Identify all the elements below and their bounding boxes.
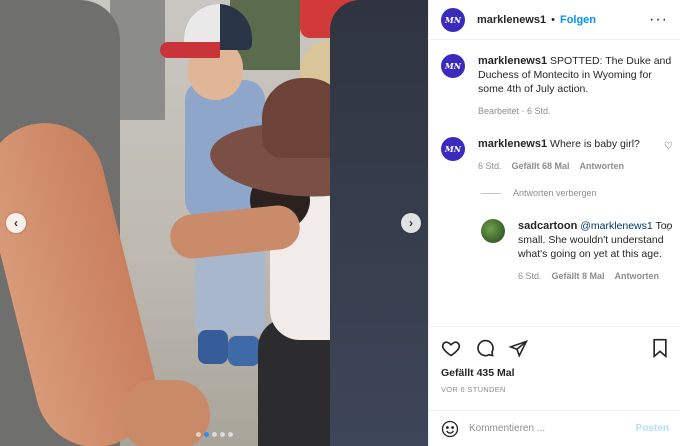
post-username[interactable]: marklenews1 (477, 14, 546, 26)
comments-panel: MN marklenews1 • Folgen ··· MN marklenew… (428, 0, 680, 446)
comment-time: 6 Std. (478, 161, 502, 171)
avatar[interactable]: MN (441, 137, 465, 161)
post-comment-button[interactable]: Posten (636, 423, 669, 434)
reply-likes[interactable]: Gefällt 8 Mal (552, 269, 605, 283)
carousel-dot (212, 432, 217, 437)
avatar[interactable]: MN (441, 54, 465, 78)
action-icons (441, 337, 669, 359)
comment-reply-button[interactable]: Antworten (580, 159, 625, 173)
carousel-dot (228, 432, 233, 437)
hide-replies-toggle[interactable]: Antworten verbergen (481, 188, 597, 198)
comment-meta: 6 Std. Gefällt 68 Mal Antworten (478, 159, 640, 173)
caption-body: marklenews1 SPOTTED: The Duke and Duches… (478, 54, 673, 118)
comment-text: Where is baby girl? (550, 138, 640, 150)
share-send-icon[interactable] (509, 339, 528, 358)
comment-like-heart-icon[interactable]: ♡ (664, 141, 673, 152)
comment-item: MN marklenews1 Where is baby girl? 6 Std… (441, 137, 673, 173)
carousel-dots (196, 432, 233, 437)
comment-likes[interactable]: Gefällt 68 Mal (512, 159, 570, 173)
comment-bubble-icon[interactable] (475, 338, 495, 358)
likes-count[interactable]: Gefällt 435 Mal (441, 367, 669, 379)
reply-reply-button[interactable]: Antworten (615, 269, 660, 283)
add-comment-bar: Posten (429, 410, 680, 446)
child-shoe-left (198, 330, 228, 364)
avatar[interactable]: MN (441, 7, 465, 32)
post-actions: Gefällt 435 Mal VOR 6 STUNDEN (429, 326, 680, 394)
carousel-dot-active (204, 432, 209, 437)
post-time-ago: VOR 6 STUNDEN (441, 385, 506, 394)
emoji-icon[interactable] (441, 420, 459, 438)
comment-username[interactable]: marklenews1 (478, 138, 547, 150)
caption-block: MN marklenews1 SPOTTED: The Duke and Duc… (441, 54, 673, 118)
carousel-dot (196, 432, 201, 437)
carousel-next-button[interactable]: › (401, 213, 421, 233)
more-options-icon[interactable]: ··· (649, 11, 668, 27)
carousel-prev-button[interactable]: ‹ (6, 213, 26, 233)
reply-time: 6 Std. (518, 271, 542, 281)
comment-body: marklenews1 Where is baby girl? 6 Std. G… (478, 137, 640, 173)
reply-mention[interactable]: @marklenews1 (580, 220, 653, 232)
bookmark-icon[interactable] (651, 338, 669, 358)
child-cap (160, 4, 252, 62)
like-heart-icon[interactable] (441, 338, 461, 358)
caption-username[interactable]: marklenews1 (478, 55, 547, 67)
reply-username[interactable]: sadcartoon (518, 220, 577, 232)
post-photo[interactable]: ‹ › (0, 0, 428, 446)
separator-dot: • (551, 13, 555, 26)
reply-body: sadcartoon @marklenews1 Too small. She w… (518, 219, 673, 283)
avatar[interactable] (481, 219, 505, 243)
caption-timestamp: Bearbeitet · 6 Std. (478, 106, 551, 116)
reply-meta: 6 Std. Gefällt 8 Mal Antworten (518, 269, 673, 283)
caption-meta: Bearbeitet · 6 Std. (478, 104, 673, 118)
reply-like-heart-icon[interactable]: ♡ (664, 223, 673, 234)
carousel-dot (220, 432, 225, 437)
comment-input[interactable] (469, 423, 636, 434)
hide-replies-label[interactable]: Antworten verbergen (513, 188, 597, 198)
post-header: MN marklenews1 • Folgen ··· (429, 0, 680, 40)
reply-item: sadcartoon @marklenews1 Too small. She w… (481, 219, 673, 283)
follow-button[interactable]: Folgen (560, 14, 596, 26)
child-shoe-right (228, 336, 260, 366)
